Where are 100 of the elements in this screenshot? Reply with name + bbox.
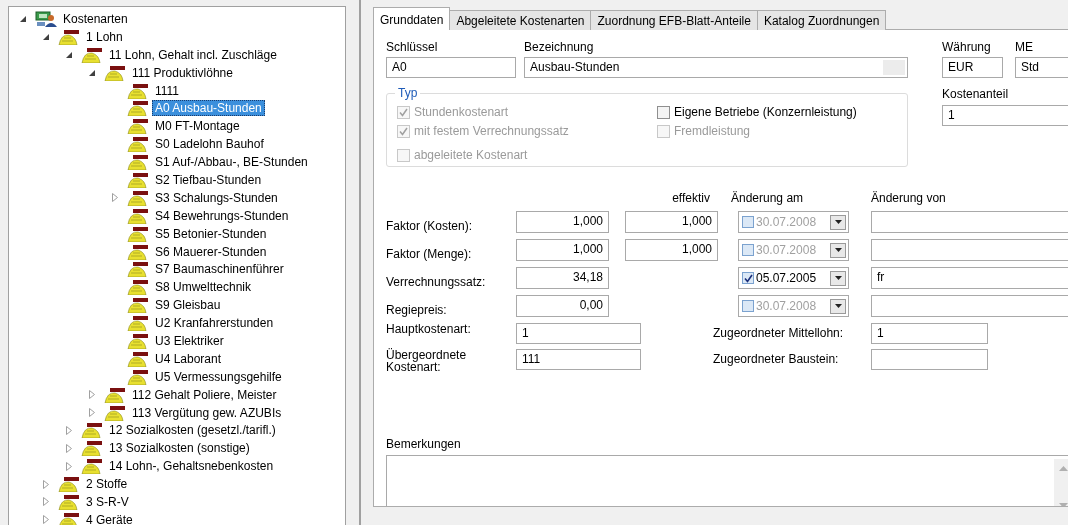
input-field[interactable]: 1,000 — [516, 211, 609, 233]
collapsed-arrow-icon[interactable] — [65, 461, 73, 471]
date-value: 30.07.2008 — [756, 243, 818, 257]
pile-icon — [81, 46, 103, 63]
tree-item[interactable]: M0 FT-Montage — [152, 118, 243, 135]
tree-item[interactable]: S4 Bewehrungs-Stunden — [152, 207, 292, 224]
money-icon — [35, 10, 57, 27]
pile-icon — [81, 422, 103, 439]
checkbox[interactable] — [742, 272, 754, 284]
tab[interactable]: Grunddaten — [373, 7, 451, 30]
collapsed-arrow-icon[interactable] — [65, 443, 73, 453]
field-label: Zugeordneter Mittellohn: — [713, 325, 845, 342]
input-field[interactable] — [871, 211, 1068, 233]
column-header: Änderung von — [871, 191, 947, 205]
input-field[interactable] — [871, 349, 988, 370]
dropdown-button[interactable] — [830, 242, 846, 258]
tree-item[interactable]: S0 Ladelohn Bauhof — [152, 136, 267, 153]
field-label: Regiepreis: — [386, 303, 448, 317]
input-field[interactable]: 0,00 — [516, 295, 609, 317]
tree-item[interactable]: S7 Baumaschinenführer — [152, 261, 287, 278]
expanded-arrow-icon[interactable] — [42, 32, 50, 41]
checkbox[interactable] — [657, 105, 670, 119]
column-header: effektiv — [671, 191, 711, 205]
tree-item[interactable]: 1111 — [152, 82, 183, 99]
input-field[interactable]: A0 — [386, 57, 516, 78]
collapsed-arrow-icon[interactable] — [65, 425, 73, 435]
tab[interactable]: Katalog Zuordnungen — [756, 10, 887, 30]
tree-item[interactable]: 12 Sozialkosten (gesetzl./tarifl.) — [106, 422, 279, 439]
tree-item[interactable]: 113 Vergütung gew. AZUBIs — [129, 404, 285, 421]
expanded-arrow-icon[interactable] — [65, 50, 73, 59]
tree-item[interactable]: 13 Sozialkosten (sonstige) — [106, 440, 253, 457]
tree-item[interactable]: S5 Betonier-Stunden — [152, 225, 270, 242]
input-field[interactable]: Ausbau-Stunden — [524, 57, 908, 78]
caret-icon — [834, 304, 842, 308]
input-field[interactable] — [871, 295, 1068, 317]
tree-item[interactable]: 4 Geräte — [83, 511, 136, 525]
tree-item[interactable]: 11 Lohn, Gehalt incl. Zuschläge — [106, 46, 280, 63]
tree-item[interactable]: 14 Lohn-, Gehaltsnebenkosten — [106, 458, 277, 475]
field-value: Ausbau-Stunden — [530, 60, 620, 75]
dropdown-button[interactable] — [830, 270, 846, 286]
tree-item[interactable]: 1 Lohn — [83, 28, 126, 45]
tree-item[interactable]: S2 Tiefbau-Stunden — [152, 171, 265, 188]
tab[interactable]: Zuordnung EFB-Blatt-Anteile — [590, 10, 758, 30]
tree-item[interactable]: U4 Laborant — [152, 350, 225, 367]
tree-item[interactable]: U3 Elektriker — [152, 332, 227, 349]
checkbox[interactable] — [742, 300, 754, 312]
expanded-arrow-icon[interactable] — [19, 14, 27, 23]
pile-icon — [81, 458, 103, 475]
collapsed-arrow-icon[interactable] — [88, 390, 96, 400]
pile-icon — [127, 261, 149, 278]
text-area[interactable] — [386, 455, 1068, 506]
input-field[interactable]: 1 — [516, 323, 641, 344]
collapsed-arrow-icon[interactable] — [88, 408, 96, 418]
tree-item[interactable]: U2 Kranfahrerstunden — [152, 315, 277, 332]
tree-item[interactable]: S1 Auf-/Abbau-, BE-Stunden — [152, 154, 311, 171]
input-field[interactable]: fr — [871, 267, 1068, 289]
input-field[interactable]: 1,000 — [625, 239, 718, 261]
input-field[interactable] — [871, 239, 1068, 261]
checkbox[interactable] — [742, 216, 754, 228]
scroll-up-icon[interactable] — [1059, 466, 1068, 471]
input-field[interactable]: 111 — [516, 349, 641, 370]
checkbox[interactable] — [742, 244, 754, 256]
tree-item[interactable]: S8 Umwelttechnik — [152, 279, 255, 296]
checkbox-label: Eigene Betriebe (Konzernleistung) — [674, 105, 857, 119]
pile-icon — [127, 225, 149, 242]
date-picker[interactable]: 05.07.2005 — [738, 267, 849, 289]
input-field[interactable]: Std — [1015, 57, 1068, 78]
input-field[interactable]: 34,18 — [516, 267, 609, 289]
input-field[interactable]: 1,000 — [625, 211, 718, 233]
input-field[interactable]: 1 — [942, 105, 1068, 126]
input-field[interactable]: 1,000 — [516, 239, 609, 261]
tree-item[interactable]: Kostenarten — [60, 10, 131, 27]
expanded-arrow-icon[interactable] — [88, 68, 96, 77]
input-field[interactable]: EUR — [942, 57, 1003, 78]
field-label: Kostenanteil — [942, 87, 1010, 101]
collapsed-arrow-icon[interactable] — [42, 515, 50, 525]
tree-item[interactable]: S6 Mauerer-Stunden — [152, 243, 270, 260]
tree-item[interactable]: U5 Vermessungsgehilfe — [152, 368, 285, 385]
checkbox-label: abgeleitete Kostenart — [414, 148, 528, 162]
input-field[interactable]: 1 — [871, 323, 988, 344]
collapsed-arrow-icon[interactable] — [42, 497, 50, 507]
tree-item[interactable]: 112 Gehalt Poliere, Meister — [129, 386, 280, 403]
tree-item[interactable]: 2 Stoffe — [83, 476, 131, 493]
collapsed-arrow-icon[interactable] — [111, 193, 119, 203]
dropdown-button[interactable] — [830, 298, 846, 314]
tree-item[interactable]: 3 S-R-V — [83, 494, 132, 510]
pile-icon — [58, 476, 80, 493]
tab[interactable]: Abgeleitete Kostenarten — [449, 10, 592, 30]
collapsed-arrow-icon[interactable] — [42, 479, 50, 489]
pile-icon — [127, 189, 149, 206]
tree-item[interactable]: S9 Gleisbau — [152, 297, 224, 314]
field-label: Faktor (Kosten): — [386, 219, 474, 233]
caret-icon — [834, 220, 842, 224]
pile-icon — [127, 368, 149, 385]
pile-icon — [58, 494, 80, 510]
field-label: Zugeordneter Baustein: — [713, 351, 840, 368]
tree-item[interactable]: S3 Schalungs-Stunden — [152, 189, 281, 206]
pile-icon — [127, 297, 149, 314]
dropdown-button[interactable] — [830, 214, 846, 230]
tree-item[interactable]: 111 Produktivlöhne — [129, 64, 236, 81]
